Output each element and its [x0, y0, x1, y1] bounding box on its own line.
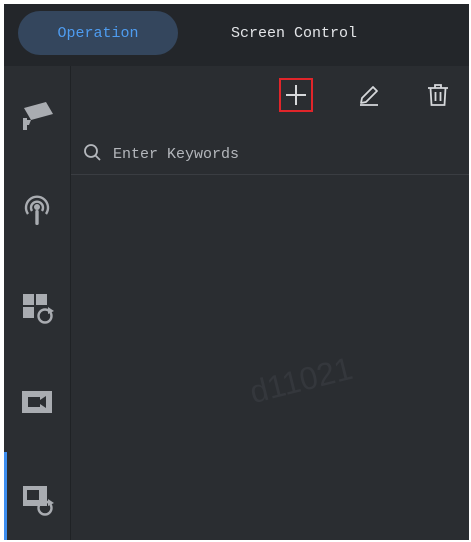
tab-screen-control[interactable]: Screen Control: [194, 11, 394, 55]
app-frame: Operation Screen Control Enter Keywords …: [4, 4, 469, 540]
tab-operation-label: Operation: [57, 24, 139, 42]
edit-button[interactable]: [352, 78, 386, 112]
plus-icon: [286, 85, 306, 105]
search-bar: [71, 134, 469, 175]
broadcast-icon: [24, 195, 50, 225]
sidebar-item-broadcast[interactable]: [4, 162, 70, 258]
tab-bar: Operation Screen Control: [4, 4, 469, 66]
search-input[interactable]: [111, 140, 455, 168]
screen-refresh-icon: [23, 486, 54, 516]
sidebar: [4, 66, 71, 540]
watermark: d11021: [246, 349, 357, 411]
video-icon: [22, 391, 52, 413]
pencil-icon: [360, 86, 378, 106]
tab-screen-control-label: Screen Control: [230, 24, 358, 42]
camera-icon: [23, 102, 53, 130]
delete-button[interactable]: [421, 78, 455, 112]
layout-refresh-icon: [23, 294, 54, 324]
search-icon: [84, 144, 101, 161]
sidebar-item-screen[interactable]: [4, 450, 70, 540]
sidebar-item-video[interactable]: [4, 354, 70, 450]
tab-operation[interactable]: Operation: [18, 11, 178, 55]
add-button[interactable]: [279, 78, 313, 112]
sidebar-item-camera[interactable]: [4, 66, 70, 162]
main-panel: d11021: [71, 66, 469, 540]
trash-icon: [428, 84, 448, 106]
sidebar-item-layout[interactable]: [4, 258, 70, 354]
